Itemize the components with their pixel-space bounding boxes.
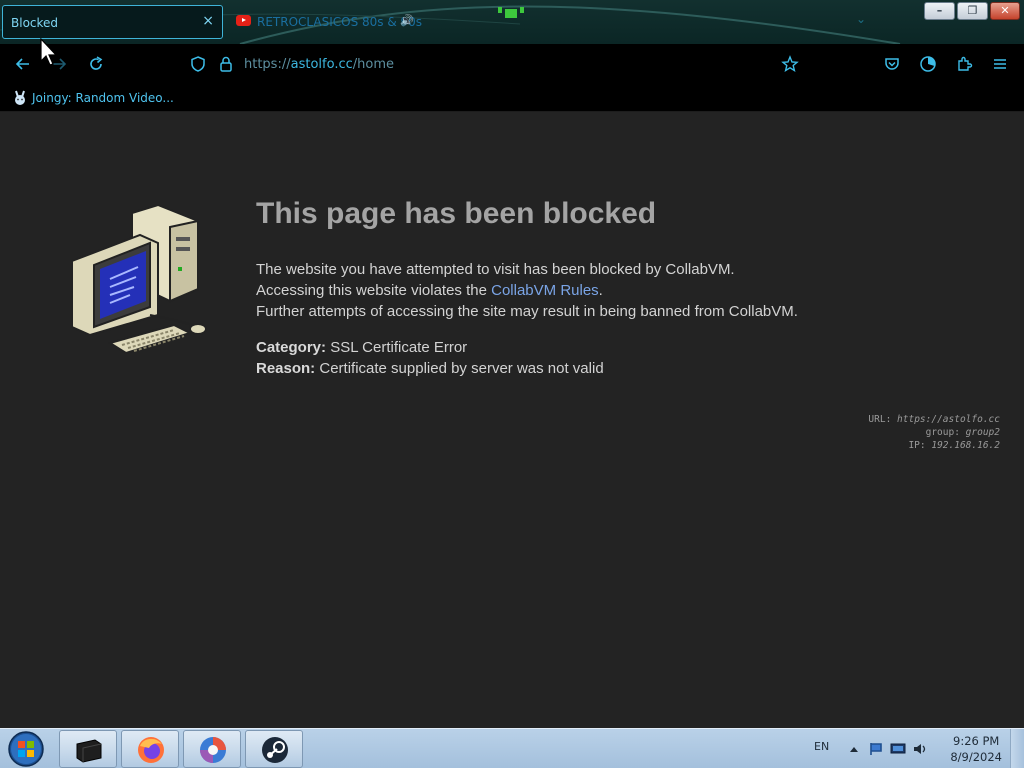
info-label: IP: <box>908 440 926 451</box>
tab-label: Blocked <box>11 16 59 30</box>
taskbar-steam[interactable] <box>245 730 303 768</box>
message-text: . <box>598 282 603 299</box>
tab-retroclasicos[interactable]: RETROCLASICOS 80s & 90s 🔊 <box>232 5 462 39</box>
firefox-icon <box>138 737 164 763</box>
system-tray: EN 9:26 PM 8/9/2024 <box>774 729 1024 768</box>
info-url: URL: https://astolfo.cc <box>868 413 1000 426</box>
taskbar-browser-2[interactable] <box>183 730 241 768</box>
browser-swirl-icon <box>200 737 226 763</box>
rabbit-icon <box>15 90 25 105</box>
block-message: The website you have attempted to visit … <box>256 259 798 322</box>
back-icon[interactable] <box>14 55 32 73</box>
show-hidden-icons-icon[interactable] <box>846 742 862 756</box>
category-value: SSL Certificate Error <box>330 339 468 356</box>
url-host: astolfo.cc <box>290 57 353 72</box>
taskbar: EN 9:26 PM 8/9/2024 <box>0 728 1024 768</box>
url-scheme: https:// <box>244 57 291 72</box>
message-line-2: Accessing this website violates the Coll… <box>256 280 798 301</box>
minimize-icon: – <box>936 4 943 17</box>
language-indicator[interactable]: EN <box>814 740 829 753</box>
youtube-icon <box>236 15 251 26</box>
action-center-flag-icon[interactable] <box>868 742 884 756</box>
taskbar-terminal[interactable] <box>59 730 117 768</box>
computer-icon <box>71 203 207 355</box>
reason-value: Certificate supplied by server was not v… <box>319 360 604 377</box>
profile-icon[interactable] <box>919 55 937 73</box>
navigation-bar: https://astolfo.cc/home <box>0 44 1024 84</box>
info-value: https://astolfo.cc <box>897 414 1000 425</box>
network-icon[interactable] <box>890 742 906 756</box>
theme-alien-icon <box>498 7 524 18</box>
category-row: Category: SSL Certificate Error <box>256 337 604 358</box>
reason-label: Reason: <box>256 360 316 377</box>
minimize-button[interactable]: – <box>924 2 955 20</box>
tab-blocked[interactable]: Blocked × <box>2 5 223 39</box>
reason-row: Reason: Certificate supplied by server w… <box>256 358 604 379</box>
clock[interactable]: 9:26 PM 8/9/2024 <box>950 733 1002 765</box>
shield-icon[interactable] <box>189 55 207 73</box>
steam-icon <box>262 737 288 763</box>
extensions-icon[interactable] <box>955 55 973 73</box>
desktop: Blocked × RETROCLASICOS 80s & 90s 🔊 ⌄ – … <box>0 0 1024 768</box>
close-window-button[interactable]: ✕ <box>990 2 1020 20</box>
tab-label: RETROCLASICOS 80s & 90s <box>257 15 423 29</box>
tab-close-icon[interactable]: × <box>202 13 214 29</box>
speaker-icon[interactable]: 🔊 <box>400 14 414 27</box>
page-title: This page has been blocked <box>256 197 657 230</box>
collabvm-rules-link[interactable]: CollabVM Rules <box>491 282 599 299</box>
message-line-1: The website you have attempted to visit … <box>256 261 735 278</box>
message-line-3: Further attempts of accessing the site m… <box>256 303 798 320</box>
bookmarks-bar: Joingy: Random Video... <box>0 84 1024 112</box>
window-controls: – ❐ ✕ <box>924 2 1020 20</box>
bookmark-joingy[interactable]: Joingy: Random Video... <box>12 90 174 106</box>
url-path: /home <box>352 57 394 72</box>
close-icon: ✕ <box>1000 4 1010 17</box>
pocket-icon[interactable] <box>883 55 901 73</box>
start-button-icon[interactable] <box>5 730 47 768</box>
blocked-page: This page has been blocked The website y… <box>0 113 1024 728</box>
list-all-tabs-icon[interactable]: ⌄ <box>856 12 866 26</box>
restore-icon: ❐ <box>967 4 978 17</box>
info-label: group: <box>925 427 960 438</box>
volume-icon[interactable] <box>912 742 928 756</box>
bookmark-label: Joingy: Random Video... <box>32 91 174 105</box>
info-value: group2 <box>965 427 1000 438</box>
block-details: Category: SSL Certificate Error Reason: … <box>256 337 604 379</box>
terminal-icon <box>76 739 102 763</box>
tab-strip: Blocked × RETROCLASICOS 80s & 90s 🔊 ⌄ – … <box>0 0 1024 44</box>
star-icon[interactable] <box>781 55 799 73</box>
lock-icon[interactable] <box>217 55 235 73</box>
clock-time: 9:26 PM <box>953 734 1000 748</box>
info-value: 192.168.16.2 <box>931 440 1000 451</box>
category-label: Category: <box>256 339 327 356</box>
address-bar[interactable]: https://astolfo.cc/home <box>244 57 394 72</box>
clock-date: 8/9/2024 <box>950 750 1002 764</box>
reload-icon[interactable] <box>87 55 105 73</box>
info-ip: IP: 192.168.16.2 <box>868 439 1000 452</box>
restore-button[interactable]: ❐ <box>957 2 988 20</box>
menu-icon[interactable] <box>991 55 1009 73</box>
request-info: URL: https://astolfo.cc group: group2 IP… <box>868 413 1000 452</box>
info-label: URL: <box>868 414 892 425</box>
mouse-cursor-icon <box>40 38 58 66</box>
show-desktop-button[interactable] <box>1010 729 1024 768</box>
taskbar-firefox[interactable] <box>121 730 179 768</box>
info-group: group: group2 <box>868 426 1000 439</box>
message-text: Accessing this website violates the <box>256 282 492 299</box>
